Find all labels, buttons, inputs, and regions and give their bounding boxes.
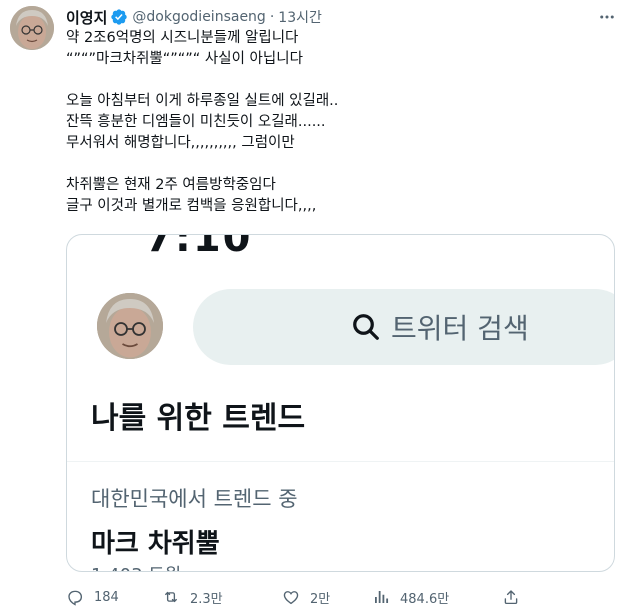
tweet-line bbox=[66, 154, 606, 175]
author-avatar[interactable] bbox=[10, 6, 54, 50]
retweet-button[interactable]: 2.3만 bbox=[162, 588, 223, 607]
retweet-count: 2.3만 bbox=[190, 591, 223, 607]
like-count: 2만 bbox=[310, 591, 331, 607]
avatar-face-icon bbox=[10, 6, 54, 50]
tweet-media-image[interactable]: 7:10 트위터 검색 나를 위한 트렌드 대한민국에서 트렌드 중 마크 차쥐… bbox=[66, 234, 615, 572]
media-clock: 7:10 bbox=[145, 234, 253, 261]
tweet-line: 약 2조6억명의 시즈니분들께 알립니다 bbox=[66, 30, 299, 46]
reply-count: 184 bbox=[94, 589, 119, 605]
media-trend-count: 1,403 트윗 bbox=[91, 561, 181, 571]
author-name[interactable]: 이영지 bbox=[66, 7, 107, 28]
media-heading: 나를 위한 트렌드 bbox=[91, 401, 306, 436]
more-horizontal-icon bbox=[600, 15, 614, 19]
header-separator: · bbox=[269, 9, 275, 25]
heart-icon bbox=[283, 591, 299, 605]
more-options-button[interactable] bbox=[596, 6, 618, 28]
author-handle[interactable]: @dokgodieinsaeng bbox=[132, 9, 265, 25]
share-icon bbox=[504, 590, 518, 605]
reply-button[interactable]: 184 bbox=[66, 588, 119, 606]
media-divider bbox=[67, 461, 614, 462]
avatar-face-icon bbox=[97, 293, 163, 359]
retweet-icon bbox=[165, 591, 177, 603]
views-button[interactable]: 484.6만 bbox=[372, 588, 449, 607]
tweet-text: 약 2조6억명의 시즈니분들께 알립니다 “”“”마크차쥐뿔“”“”“ 사실이 … bbox=[66, 28, 606, 217]
reply-icon bbox=[68, 590, 83, 606]
like-button[interactable]: 2만 bbox=[282, 588, 330, 607]
tweet-line: 차쥐뿔은 현재 2주 여름방학중임다 bbox=[66, 177, 276, 193]
tweet-line: 잔뜩 흥분한 디엠들이 미친듯이 오길래...... bbox=[66, 114, 326, 130]
analytics-icon bbox=[375, 591, 389, 603]
tweet-line: 오늘 아침부터 이게 하루종일 실트에 있길래.. bbox=[66, 93, 339, 109]
verified-badge-icon bbox=[110, 8, 128, 26]
tweet-line: 글구 이것과 별개로 컴백을 응원합니다,,,, bbox=[66, 198, 317, 214]
tweet-timestamp[interactable]: 13시간 bbox=[278, 7, 322, 27]
search-icon bbox=[351, 312, 381, 342]
tweet-action-bar: 184 2.3만 2만 484.6만 bbox=[66, 586, 606, 608]
media-trend-context: 대한민국에서 트렌드 중 bbox=[91, 487, 298, 511]
tweet-line: “”“”마크차쥐뿔“”“”“ 사실이 아닙니다 bbox=[66, 51, 303, 67]
media-search-placeholder: 트위터 검색 bbox=[391, 312, 529, 345]
view-count: 484.6만 bbox=[400, 591, 450, 607]
tweet-line: 무서워서 해명합니다,,,,,,,,,, 그럼이만 bbox=[66, 135, 295, 151]
tweet-header: 이영지 @dokgodieinsaeng · 13시간 bbox=[66, 6, 322, 28]
share-button[interactable] bbox=[502, 588, 530, 606]
media-avatar bbox=[97, 293, 163, 359]
tweet-line bbox=[66, 70, 606, 91]
media-search-bar: 트위터 검색 bbox=[193, 289, 614, 365]
media-trend-name: 마크 차쥐뿔 bbox=[91, 529, 220, 559]
